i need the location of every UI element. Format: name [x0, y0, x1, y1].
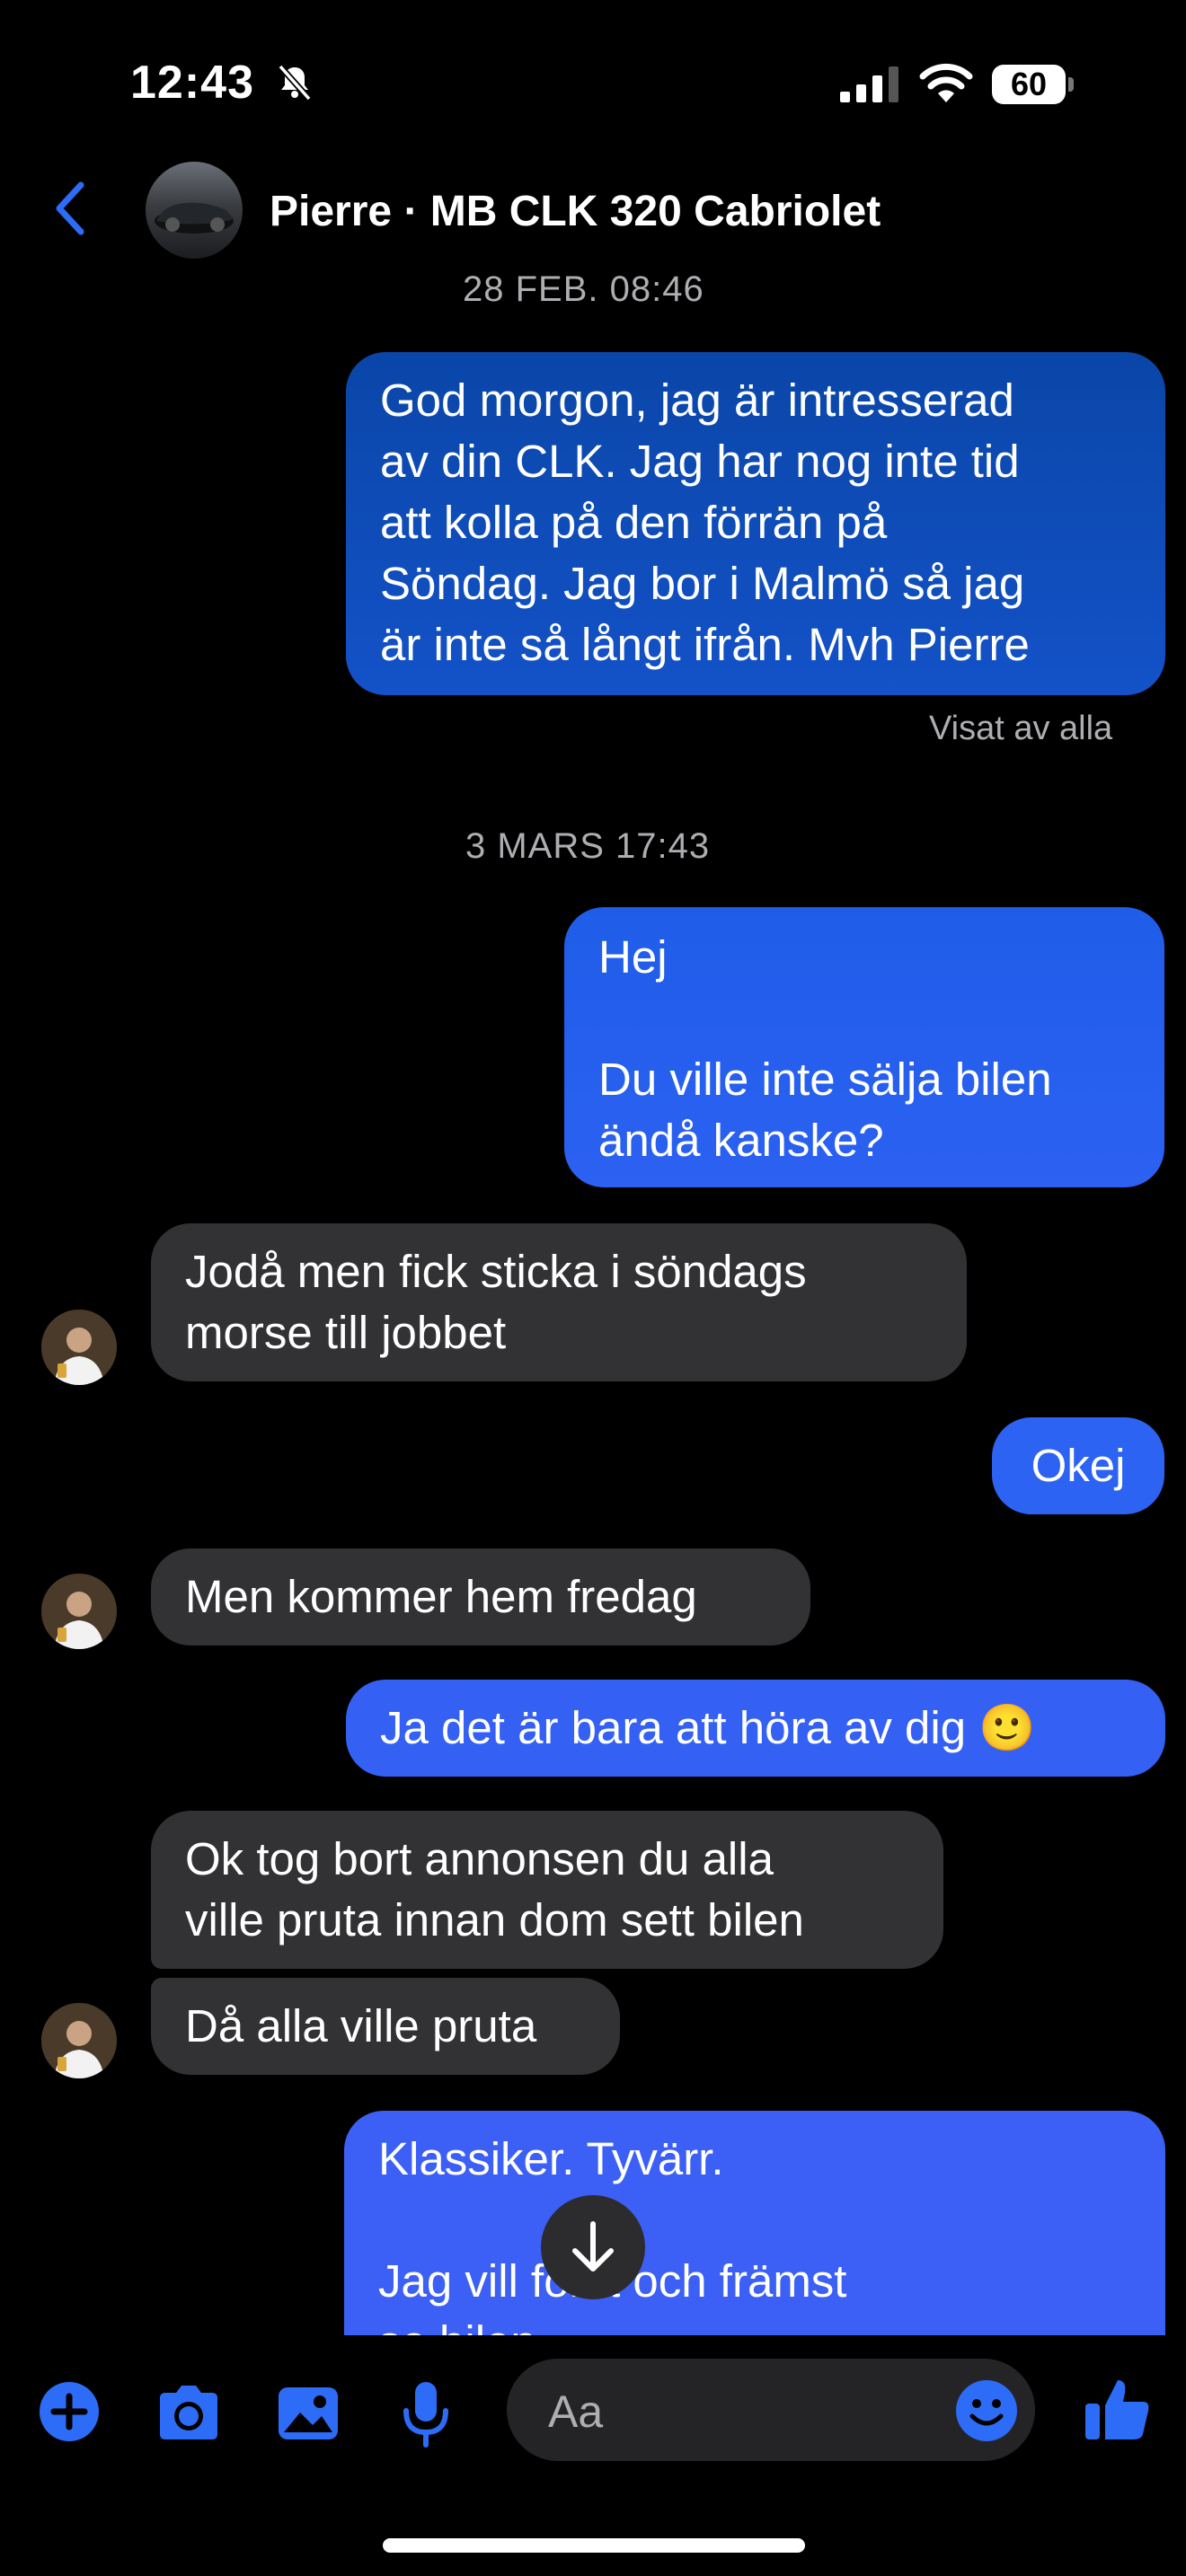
conversation-avatar[interactable] — [146, 162, 243, 259]
emoji-icon[interactable] — [954, 2378, 1019, 2443]
timestamp-divider: 3 MARS 17:43 — [465, 826, 711, 866]
camera-icon[interactable] — [155, 2384, 223, 2441]
message-bubble-outgoing[interactable]: Hej Du ville inte sälja bilen ändå kansk… — [564, 907, 1164, 1187]
microphone-icon[interactable] — [401, 2380, 451, 2448]
message-bubble-incoming[interactable]: Ok tog bort annonsen du alla ville pruta… — [151, 1811, 943, 1969]
message-bubble-outgoing[interactable]: Ja det är bara att höra av dig 🙂 — [346, 1680, 1165, 1777]
thumbs-up-icon[interactable] — [1084, 2375, 1152, 2443]
timestamp-divider: 28 FEB. 08:46 — [463, 269, 704, 309]
status-time: 12:43 — [130, 57, 254, 109]
arrow-down-icon — [572, 2221, 614, 2272]
message-bubble-incoming[interactable]: Men kommer hem fredag — [151, 1548, 810, 1645]
sender-avatar[interactable] — [41, 1310, 117, 1385]
scroll-to-bottom-button[interactable] — [541, 2195, 645, 2299]
home-indicator — [383, 2538, 805, 2553]
sender-avatar[interactable] — [41, 2003, 117, 2078]
seen-status: Visat av alla — [929, 710, 1113, 747]
sender-avatar[interactable] — [41, 1574, 117, 1649]
photo-gallery-icon[interactable] — [277, 2386, 340, 2441]
message-bubble-outgoing[interactable]: Okej — [992, 1417, 1164, 1514]
message-bubble-outgoing[interactable]: God morgon, jag är intresserad av din CL… — [346, 352, 1165, 695]
message-input-placeholder: Aa — [548, 2386, 604, 2437]
message-bubble-incoming[interactable]: Jodå men fick sticka i söndags morse til… — [151, 1223, 967, 1381]
silent-bell-icon — [278, 64, 312, 101]
cellular-signal-icon — [840, 66, 901, 102]
message-bubble-incoming[interactable]: Då alla ville pruta — [151, 1978, 620, 2075]
conversation-title[interactable]: Pierre · MB CLK 320 Cabriolet — [270, 187, 881, 236]
person-photo — [41, 2003, 117, 2078]
wifi-icon — [919, 63, 973, 102]
back-chevron-icon[interactable] — [52, 180, 88, 237]
person-photo — [41, 1574, 117, 1649]
battery-level: 60 — [992, 65, 1066, 104]
car-image — [155, 202, 234, 234]
battery-tip — [1068, 77, 1074, 92]
person-photo — [41, 1310, 117, 1385]
plus-circle-icon[interactable] — [38, 2380, 101, 2443]
